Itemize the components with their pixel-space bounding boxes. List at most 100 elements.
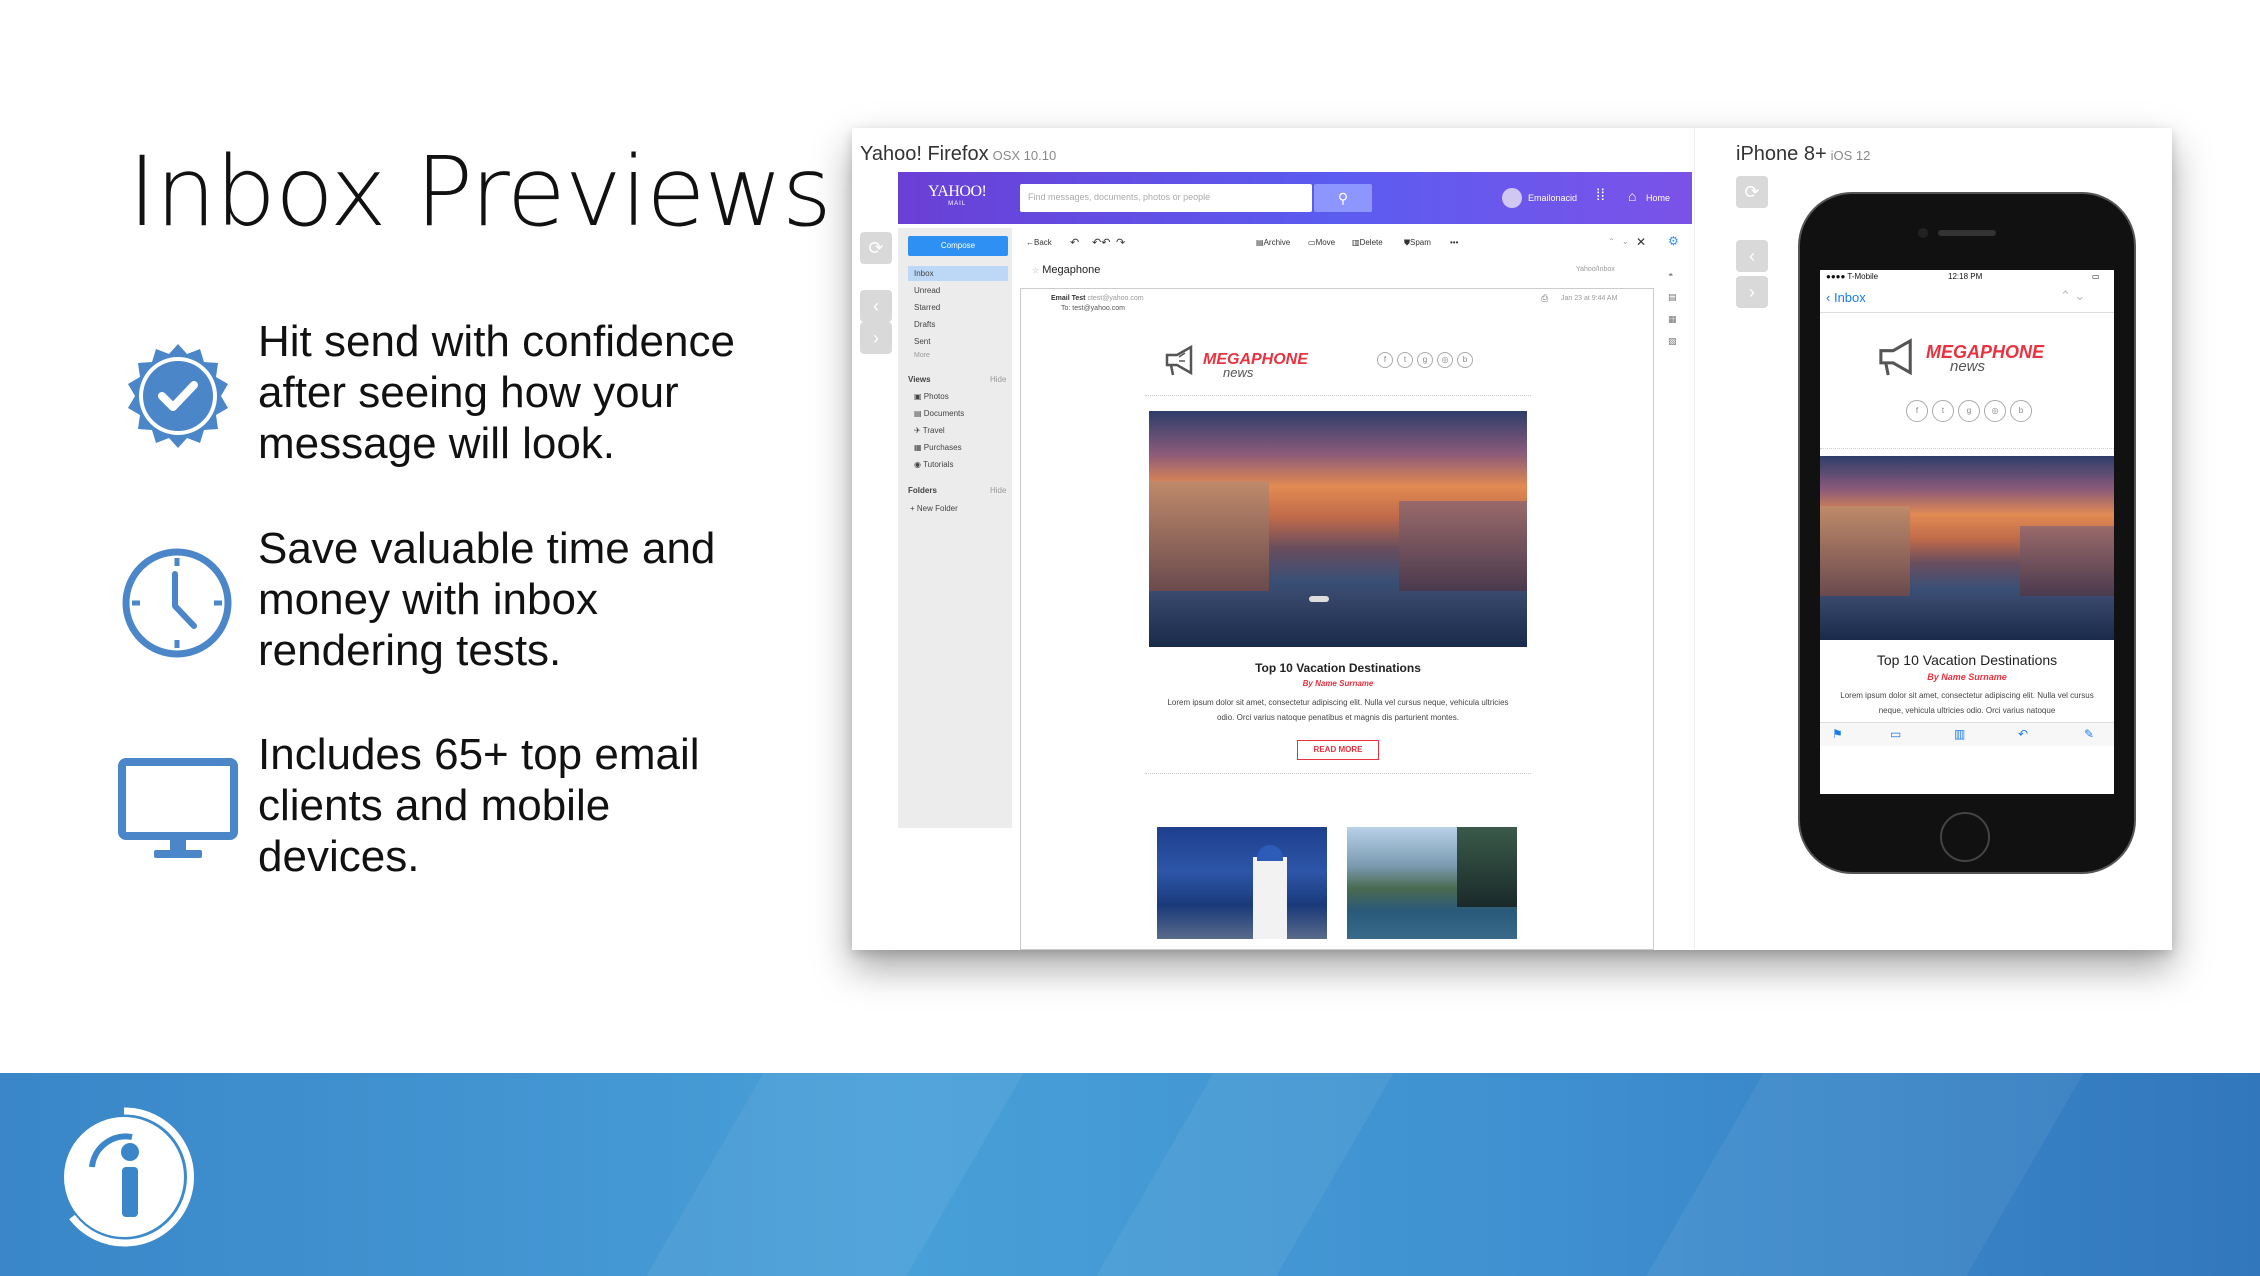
phone-speaker <box>1938 230 1996 236</box>
recipient-line: To: test@yahoo.com <box>1061 305 1125 312</box>
sidebar-item-travel[interactable]: ✈ Travel <box>914 426 945 435</box>
instagram-icon[interactable]: ◎ <box>1437 352 1453 368</box>
facebook-icon[interactable]: f <box>1377 352 1393 368</box>
views-heading: Views <box>908 375 931 384</box>
phone-status-bar: ●●●● T-Mobile 12:18 PM ▭ <box>1826 272 2100 281</box>
megaphone-logo: MEGAPHONE news <box>1163 343 1323 383</box>
sender-line: Email Test ctest@yahoo.com <box>1051 295 1144 302</box>
phone-email-byline: By Name Surname <box>1927 672 2007 682</box>
sidebar-item-photos[interactable]: ▣ Photos <box>914 392 949 401</box>
clock-icon <box>120 546 234 660</box>
back-button[interactable]: ← Back <box>1026 238 1052 247</box>
spam-button[interactable]: ⛊ Spam <box>1404 238 1431 248</box>
phone-nav-arrows[interactable]: ⌃ ⌄ <box>2060 288 2085 304</box>
sidebar-item-drafts[interactable]: Drafts <box>914 320 935 329</box>
yahoo-search-input[interactable]: Find messages, documents, photos or peop… <box>1020 184 1312 212</box>
trash-icon[interactable]: ▥ <box>1954 727 1965 741</box>
read-more-button[interactable]: READ MORE <box>1297 740 1379 760</box>
facebook-icon[interactable]: f <box>1906 400 1928 422</box>
new-folder-link[interactable]: + New Folder <box>910 504 958 513</box>
sidebar-item-starred[interactable]: Starred <box>914 303 940 312</box>
forward-icon[interactable]: ↷ <box>1116 236 1125 249</box>
compose-icon[interactable]: ✎ <box>2084 727 2094 741</box>
subject-line: ☆ Megaphone <box>1032 264 1101 276</box>
company-logo-icon <box>52 1097 202 1251</box>
archive-button[interactable]: ▤ Archive <box>1256 238 1290 247</box>
phone-mail-toolbar: ⚑ ▭ ▥ ↶ ✎ <box>1820 722 2114 746</box>
twitter-icon[interactable]: t <box>1932 400 1954 422</box>
sidebar-item-sent[interactable]: Sent <box>914 337 930 346</box>
phone-refresh-button[interactable]: ⟳ <box>1736 176 1768 208</box>
phone-social-icons: f t g ◎ b <box>1906 400 2036 422</box>
sidebar-item-more[interactable]: More <box>914 352 930 359</box>
message-date: Jan 23 at 9:44 AM <box>1561 295 1618 302</box>
compose-button[interactable]: Compose <box>908 236 1008 256</box>
iphone-device: ●●●● T-Mobile 12:18 PM ▭ ‹ Inbox ⌃ ⌄ MEG… <box>1800 194 2134 872</box>
blogger-icon[interactable]: b <box>1457 352 1473 368</box>
phone-prev-button[interactable]: ‹ <box>1736 240 1768 272</box>
sidebar-item-documents[interactable]: ▤ Documents <box>914 409 964 418</box>
phone-back-button[interactable]: ‹ Inbox <box>1826 290 1866 305</box>
slide-title: Inbox Previews <box>128 136 832 248</box>
more-button[interactable]: ••• <box>1450 238 1458 247</box>
refresh-button[interactable]: ⟳ <box>860 232 892 264</box>
social-icons: f t g ◎ b <box>1377 349 1477 368</box>
googleplus-icon[interactable]: g <box>1958 400 1980 422</box>
phone-hero-image <box>1820 456 2114 640</box>
settings-gear-icon[interactable]: ⚙ <box>1668 234 1679 248</box>
search-icon[interactable]: ⚲ <box>1314 184 1372 212</box>
folder-icon[interactable]: ▭ <box>1890 727 1901 741</box>
email-body-text: Lorem ipsum dolor sit amet, consectetur … <box>1167 698 1509 722</box>
email-headline: Top 10 Vacation Destinations <box>1255 661 1421 675</box>
instagram-icon[interactable]: ◎ <box>1984 400 2006 422</box>
googleplus-icon[interactable]: g <box>1417 352 1433 368</box>
home-button[interactable] <box>1940 812 1990 862</box>
mobile-client-label: iPhone 8+ iOS 12 <box>1736 143 1871 165</box>
sidebar-item-purchases[interactable]: ▦ Purchases <box>914 443 962 452</box>
home-icon[interactable]: ⌂ <box>1628 188 1636 204</box>
close-icon[interactable]: ✕ <box>1636 235 1646 249</box>
up-arrow-icon[interactable]: ⌃ <box>1608 237 1615 246</box>
feature-text-clients: Includes 65+ top email clients and mobil… <box>258 730 700 881</box>
blogger-icon[interactable]: b <box>2010 400 2032 422</box>
yahoo-sidebar: Compose Inbox Unread Starred Drafts Sent… <box>898 228 1012 828</box>
phone-megaphone-logo: MEGAPHONE news <box>1876 336 2066 386</box>
yahoo-logo: YAHOO! MAIL <box>928 183 987 207</box>
hero-image-venice <box>1149 411 1527 647</box>
flag-icon[interactable]: ⚑ <box>1832 727 1843 741</box>
message-toolbar: ← Back ↶ ↶↶ ↷ ▤ Archive ▭ Move ▥ Delete … <box>1020 232 1654 254</box>
email-byline: By Name Surname <box>1302 679 1374 688</box>
reply-icon[interactable]: ↶ <box>1070 236 1079 249</box>
folders-heading: Folders <box>908 486 937 495</box>
feature-text-time: Save valuable time and money with inbox … <box>258 524 716 675</box>
sidebar-item-inbox[interactable]: Inbox <box>908 266 1008 281</box>
phone-email-headline: Top 10 Vacation Destinations <box>1876 652 2058 668</box>
next-button[interactable]: › <box>860 322 892 354</box>
home-link[interactable]: Home <box>1646 193 1670 203</box>
apps-grid-icon[interactable]: ⁞⁞ <box>1596 187 1605 205</box>
phone-next-button[interactable]: › <box>1736 276 1768 308</box>
folders-hide-link[interactable]: Hide <box>990 486 1006 495</box>
reply-icon[interactable]: ↶ <box>2018 727 2028 741</box>
delete-button[interactable]: ▥ Delete <box>1352 238 1383 247</box>
avatar[interactable] <box>1502 188 1522 208</box>
inbox-preview-screenshot: Yahoo! Firefox OSX 10.10 ⟳ ‹ › YAHOO! MAI… <box>852 128 2172 950</box>
thumbnail-lake <box>1347 827 1517 939</box>
reply-all-icon[interactable]: ↶↶ <box>1092 236 1110 249</box>
sidebar-item-unread[interactable]: Unread <box>914 286 940 295</box>
footer-band <box>0 1073 2260 1276</box>
twitter-icon[interactable]: t <box>1397 352 1413 368</box>
thumbnail-santorini <box>1157 827 1327 939</box>
account-name[interactable]: Emailonacid <box>1528 193 1577 203</box>
feature-text-confidence: Hit send with confidence after seeing ho… <box>258 317 735 468</box>
views-hide-link[interactable]: Hide <box>990 375 1006 384</box>
prev-button[interactable]: ‹ <box>860 290 892 322</box>
desktop-client-label: Yahoo! Firefox OSX 10.10 <box>860 143 1057 165</box>
folder-path: Yahoo/Inbox <box>1576 266 1615 273</box>
print-icon[interactable]: ⎙ <box>1541 293 1548 304</box>
move-button[interactable]: ▭ Move <box>1308 238 1335 247</box>
down-arrow-icon[interactable]: ⌄ <box>1622 237 1629 246</box>
phone-email-body: Lorem ipsum dolor sit amet, consectetur … <box>1840 691 2094 715</box>
sidebar-item-tutorials[interactable]: ◉ Tutorials <box>914 460 953 469</box>
phone-camera <box>1918 228 1928 238</box>
